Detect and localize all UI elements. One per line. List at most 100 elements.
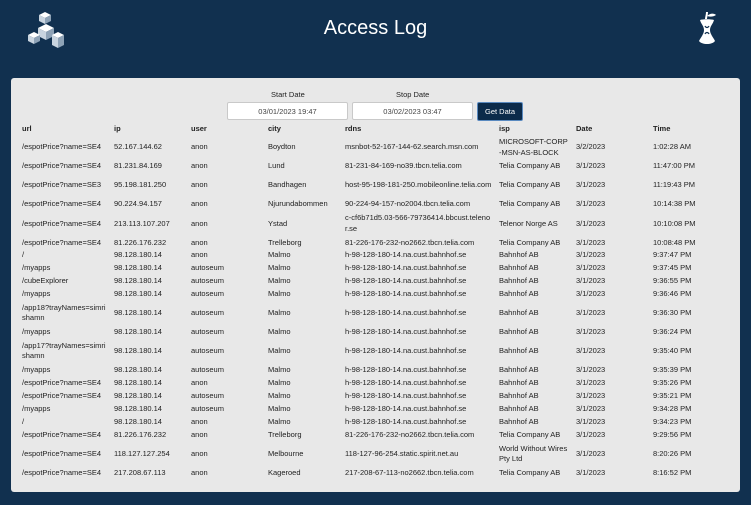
ip-cell: 98.128.180.14 xyxy=(114,250,162,260)
time-cell: 9:36:55 PM xyxy=(653,276,692,286)
ip-cell: 98.128.180.14 xyxy=(114,391,162,401)
ip-cell: 81.226.176.232 xyxy=(114,237,167,247)
ip-cell: 98.128.180.14 xyxy=(114,378,162,388)
rdns-cell: h-98-128-180-14.na.cust.bahnhof.se xyxy=(345,391,467,401)
column-header-time[interactable]: Time xyxy=(650,122,729,135)
city-cell: Melbourne xyxy=(268,448,304,458)
column-header-ip[interactable]: ip xyxy=(111,122,188,135)
table-row: / 98.128.180.14 anon Malmo h-98-128-180-14.n… xyxy=(19,249,729,262)
city-cell: Kageroed xyxy=(268,467,301,477)
table-row: /espotPrice?name=SE4 81.226.176.232 anon Tr… xyxy=(19,236,729,249)
user-cell: anon xyxy=(191,161,208,171)
isp-cell: Bahnhof AB xyxy=(499,308,539,318)
date-cell: 3/1/2023 xyxy=(576,237,606,247)
rdns-cell: h-98-128-180-14.na.cust.bahnhof.se xyxy=(345,308,467,318)
url-cell: /app17?trayNames=simrishamn xyxy=(22,340,106,361)
time-cell: 9:35:39 PM xyxy=(653,365,692,375)
ip-cell: 98.128.180.14 xyxy=(114,289,162,299)
user-cell: autoseum xyxy=(191,263,224,273)
column-header-city[interactable]: city xyxy=(265,122,342,135)
rdns-cell: h-98-128-180-14.na.cust.bahnhof.se xyxy=(345,289,467,299)
column-header-rdns[interactable]: rdns xyxy=(342,122,496,135)
url-cell: /myapps xyxy=(22,263,51,273)
ip-cell: 81.231.84.169 xyxy=(114,161,162,171)
column-header-user[interactable]: user xyxy=(188,122,265,135)
city-cell: Trelleborg xyxy=(268,237,302,247)
table-row: /app18?trayNames=simrishamn 98.128.180.14… xyxy=(19,301,729,326)
rdns-cell: h-98-128-180-14.na.cust.bahnhof.se xyxy=(345,250,467,260)
ip-cell: 213.113.107.207 xyxy=(114,218,170,228)
column-header-isp[interactable]: isp xyxy=(496,122,573,135)
rdns-cell: c-cf6b71d5.03-566-79736414.bbcust.teleno… xyxy=(345,213,491,233)
url-cell: / xyxy=(22,250,25,260)
rdns-cell: h-98-128-180-14.na.cust.bahnhof.se xyxy=(345,346,467,356)
table-row: /espotPrice?name=SE4 52.167.144.62 anon Boy… xyxy=(19,135,729,160)
date-cell: 3/1/2023 xyxy=(576,180,606,190)
url-cell: /espotPrice?name=SE4 xyxy=(22,142,102,152)
user-cell: anon xyxy=(191,467,208,477)
table-row: /espotPrice?name=SE4 81.231.84.169 anon Lun… xyxy=(19,160,729,173)
date-cell: 3/1/2023 xyxy=(576,327,606,337)
city-cell: Njurundabommen xyxy=(268,199,328,209)
time-cell: 9:35:21 PM xyxy=(653,391,692,401)
user-cell: autoseum xyxy=(191,276,224,286)
date-cell: 3/1/2023 xyxy=(576,391,606,401)
url-cell: /cubeExplorer xyxy=(22,276,69,286)
column-header-url[interactable]: url xyxy=(19,122,111,135)
isp-cell: Telia Company AB xyxy=(499,429,561,439)
table-row: /espotPrice?name=SE4 81.226.176.232 anon Tr… xyxy=(19,429,729,442)
date-cell: 3/1/2023 xyxy=(576,429,606,439)
get-data-button[interactable]: Get Data xyxy=(477,102,523,121)
start-date-input[interactable] xyxy=(227,102,348,120)
user-cell: anon xyxy=(191,250,208,260)
column-header-date[interactable]: Date xyxy=(573,122,650,135)
ip-cell: 52.167.144.62 xyxy=(114,142,162,152)
time-cell: 9:36:30 PM xyxy=(653,308,692,318)
isp-cell: Telia Company AB xyxy=(499,180,561,190)
user-cell: anon xyxy=(191,142,208,152)
time-cell: 10:08:48 PM xyxy=(653,237,696,247)
rdns-cell: 81-231-84-169-no39.tbcn.telia.com xyxy=(345,161,462,171)
access-log-table: url ip user city rdns isp Date Time /esp… xyxy=(19,122,729,479)
date-cell: 3/1/2023 xyxy=(576,199,606,209)
user-cell: anon xyxy=(191,218,208,228)
table-row: / 98.128.180.14 anon Malmo h-98-128-180-14.n… xyxy=(19,416,729,429)
time-cell: 9:34:23 PM xyxy=(653,416,692,426)
city-cell: Malmo xyxy=(268,365,291,375)
isp-cell: Bahnhof AB xyxy=(499,365,539,375)
ip-cell: 98.128.180.14 xyxy=(114,308,162,318)
isp-cell: Bahnhof AB xyxy=(499,289,539,299)
ip-cell: 217.208.67.113 xyxy=(114,467,166,477)
time-cell: 9:36:46 PM xyxy=(653,289,692,299)
table-row: /espotPrice?name=SE4 98.128.180.14 anon Mal… xyxy=(19,377,729,390)
isp-cell: Telia Company AB xyxy=(499,237,561,247)
date-cell: 3/1/2023 xyxy=(576,161,606,171)
user-cell: autoseum xyxy=(191,391,224,401)
date-cell: 3/1/2023 xyxy=(576,218,606,228)
date-cell: 3/1/2023 xyxy=(576,467,606,477)
user-cell: autoseum xyxy=(191,346,224,356)
ip-cell: 118.127.127.254 xyxy=(114,448,170,458)
rdns-cell: 118-127-96-254.static.spirit.net.au xyxy=(345,448,459,458)
time-cell: 11:19:43 PM xyxy=(653,180,695,190)
ip-cell: 98.128.180.14 xyxy=(114,263,162,273)
rdns-cell: 81-226-176-232-no2662.tbcn.telia.com xyxy=(345,429,475,439)
table-row: /cubeExplorer 98.128.180.14 autoseum Malmo h… xyxy=(19,275,729,288)
city-cell: Malmo xyxy=(268,403,291,413)
time-cell: 9:35:26 PM xyxy=(653,378,692,388)
city-cell: Trelleborg xyxy=(268,429,302,439)
city-cell: Malmo xyxy=(268,308,291,318)
stop-date-input[interactable] xyxy=(352,102,473,120)
time-cell: 9:29:56 PM xyxy=(653,429,692,439)
date-cell: 3/1/2023 xyxy=(576,365,606,375)
isp-cell: Telia Company AB xyxy=(499,467,561,477)
user-cell: anon xyxy=(191,429,208,439)
rdns-cell: h-98-128-180-14.na.cust.bahnhof.se xyxy=(345,403,467,413)
url-cell: /myapps xyxy=(22,327,51,337)
rdns-cell: h-98-128-180-14.na.cust.bahnhof.se xyxy=(345,365,467,375)
url-cell: /espotPrice?name=SE4 xyxy=(22,391,102,401)
isp-cell: Bahnhof AB xyxy=(499,346,539,356)
rdns-cell: h-98-128-180-14.na.cust.bahnhof.se xyxy=(345,263,467,273)
rdns-cell: 90-224-94-157-no2004.tbcn.telia.com xyxy=(345,199,471,209)
city-cell: Boydton xyxy=(268,142,296,152)
